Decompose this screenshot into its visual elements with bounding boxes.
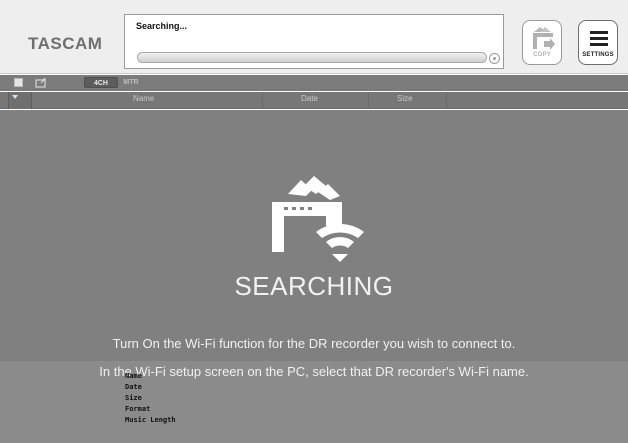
menu-icon — [590, 31, 608, 46]
sort-toggle[interactable] — [8, 92, 32, 109]
brand-logo: TASCAM — [28, 34, 103, 53]
header-bar: TASCAM Searching... COPY SETTINGS — [0, 0, 628, 74]
detail-label-format: Format — [125, 405, 151, 413]
detail-label-name: Name — [125, 372, 142, 380]
searching-title: SEARCHING — [234, 271, 394, 301]
settings-button-label: SETTINGS — [582, 52, 614, 58]
column-divider — [368, 92, 369, 109]
file-detail-labels: Name Date Size Format Music Length — [125, 371, 176, 426]
tab-4ch[interactable]: 4CH — [84, 77, 118, 88]
search-progress-bar — [137, 52, 487, 63]
instruction-line-2: In the Wi-Fi setup screen on the PC, sel… — [99, 364, 529, 379]
column-size[interactable]: Size — [397, 94, 413, 103]
toolbar: 4CH MTR — [0, 75, 628, 91]
column-divider — [262, 92, 263, 109]
detail-label-size: Size — [125, 394, 142, 402]
column-date[interactable]: Date — [301, 94, 318, 103]
settings-button[interactable]: SETTINGS — [578, 20, 618, 65]
wifi-icon — [316, 224, 364, 262]
detail-label-music-length: Music Length — [125, 416, 176, 424]
search-status-panel: Searching... — [124, 14, 504, 69]
status-text: Searching... — [136, 21, 188, 31]
folder-icon[interactable] — [35, 77, 47, 88]
copy-icon — [533, 27, 555, 50]
detail-label-date: Date — [125, 383, 142, 391]
instruction-line-1: Turn On the Wi-Fi function for the DR re… — [112, 336, 516, 351]
column-header-row: Name Date Size — [0, 92, 628, 109]
column-name[interactable]: Name — [133, 94, 154, 103]
select-all-checkbox[interactable] — [14, 78, 23, 87]
copy-button-label: COPY — [533, 52, 551, 58]
column-divider — [446, 92, 447, 109]
recorder-icon — [272, 176, 364, 262]
tab-mtr[interactable]: MTR — [122, 77, 140, 88]
cancel-icon[interactable] — [489, 53, 500, 64]
copy-button[interactable]: COPY — [522, 20, 562, 65]
